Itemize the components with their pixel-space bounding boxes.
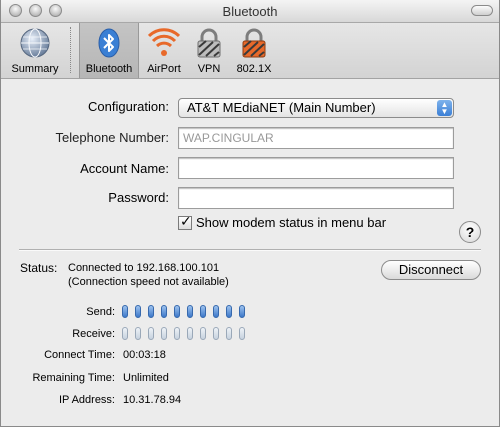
status-label: Status: (20, 261, 58, 275)
toolbar: Summary Bluetooth AirPort VPN 802.1X (1, 23, 499, 79)
receive-meter-bar (213, 327, 219, 340)
tab-802-1x[interactable]: 802.1X (229, 23, 279, 78)
remaining-time-label: Remaining Time: (32, 372, 115, 384)
tab-summary-label: Summary (11, 63, 59, 75)
telephone-label: Telephone Number: (55, 130, 169, 145)
tab-airport[interactable]: AirPort (141, 23, 187, 78)
receive-meter-bar (239, 327, 245, 340)
send-meter-bar (122, 305, 128, 318)
receive-label: Receive: (72, 328, 115, 340)
configuration-label: Configuration: (88, 99, 169, 114)
send-meter-bar (161, 305, 167, 318)
configuration-select[interactable]: AT&T MEdiaNET (Main Number) ▲ ▼ (178, 98, 454, 118)
send-meter-bar (213, 305, 219, 318)
tab-airport-label: AirPort (147, 63, 181, 75)
airport-icon (148, 28, 180, 56)
show-modem-checkbox[interactable]: ✓ (178, 213, 192, 230)
send-meter-bar (226, 305, 232, 318)
send-meter-bar (174, 305, 180, 318)
lock-icon (197, 28, 221, 58)
send-label: Send: (86, 306, 115, 318)
tab-bluetooth-label: Bluetooth (85, 63, 133, 75)
account-name-field[interactable] (178, 157, 454, 179)
tab-802-1x-label: 802.1X (236, 63, 272, 75)
receive-meter-bar (135, 327, 141, 340)
globe-icon (20, 28, 50, 58)
checkmark-icon: ✓ (180, 213, 192, 229)
section-divider (19, 249, 481, 251)
help-button[interactable]: ? (459, 221, 481, 243)
tab-vpn[interactable]: VPN (189, 23, 229, 78)
send-meter-bar (200, 305, 206, 318)
status-line-2: (Connection speed not available) (68, 276, 229, 288)
remaining-time-value: Unlimited (123, 372, 169, 384)
tab-bluetooth[interactable]: Bluetooth (79, 23, 139, 78)
receive-meter-bar (187, 327, 193, 340)
toolbar-separator (70, 27, 72, 73)
connect-time-label: Connect Time: (44, 349, 115, 361)
send-meter-bar (187, 305, 193, 318)
show-modem-label: Show modem status in menu bar (196, 215, 387, 230)
chevron-updown-icon: ▲ ▼ (437, 100, 452, 116)
password-label: Password: (108, 190, 169, 205)
window: Bluetooth Summary Bluetooth AirPort VPN … (0, 0, 500, 427)
receive-meter-bar (148, 327, 154, 340)
disconnect-button[interactable]: Disconnect (381, 260, 481, 280)
account-name-label: Account Name: (80, 161, 169, 176)
send-meter-bar (135, 305, 141, 318)
tab-summary[interactable]: Summary (3, 23, 67, 78)
receive-meter-bar (174, 327, 180, 340)
ip-address-label: IP Address: (58, 394, 115, 406)
receive-meter-bar (226, 327, 232, 340)
receive-meter-bar (122, 327, 128, 340)
status-line-1: Connected to 192.168.100.101 (68, 262, 220, 274)
window-title: Bluetooth (222, 4, 278, 19)
configuration-value: AT&T MEdiaNET (Main Number) (187, 100, 376, 115)
connect-time-value: 00:03:18 (123, 349, 166, 361)
toolbar-toggle-button[interactable] (471, 5, 493, 16)
tab-vpn-label: VPN (197, 63, 221, 75)
title-bar: Bluetooth (1, 0, 499, 23)
receive-meter-bar (200, 327, 206, 340)
telephone-field[interactable]: WAP.CINGULAR (178, 127, 454, 149)
bluetooth-icon (98, 28, 120, 58)
password-field[interactable] (178, 187, 454, 209)
lock-orange-icon (242, 28, 266, 58)
send-meter-bar (148, 305, 154, 318)
ip-address-value: 10.31.78.94 (123, 394, 182, 406)
send-meter-bar (239, 305, 245, 318)
receive-meter-bar (161, 327, 167, 340)
